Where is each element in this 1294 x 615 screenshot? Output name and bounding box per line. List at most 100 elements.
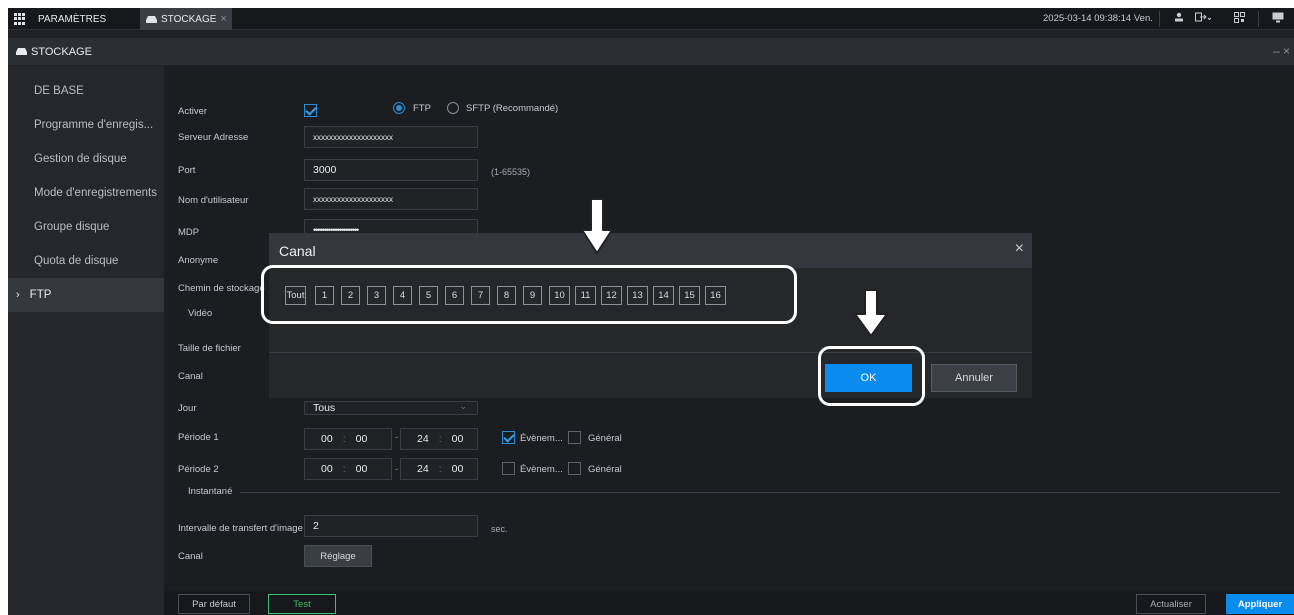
period-1-label: Période 1 xyxy=(178,432,219,443)
sidebar: DE BASE Programme d'enregis... Gestion d… xyxy=(8,66,164,615)
storage-path-label: Chemin de stockage xyxy=(178,283,265,294)
top-bar: PARAMÈTRES STOCKAGE × 2025-03-14 09:38:1… xyxy=(8,8,1294,30)
window-title: STOCKAGE xyxy=(31,45,92,58)
datetime-display: 2025-03-14 09:38:14 Ven. xyxy=(1043,13,1153,24)
period-1-start-time[interactable]: 00 : 00 xyxy=(304,428,392,450)
close-icon[interactable]: × xyxy=(1015,240,1024,258)
sidebar-item-disk-quota[interactable]: Quota de disque xyxy=(8,244,164,278)
chevron-right-icon: › xyxy=(16,289,20,301)
sidebar-item-label: Mode d'enregistrements xyxy=(34,187,158,199)
dialog-title: Canal xyxy=(279,242,316,259)
server-address-input[interactable]: xxxxxxxxxxxxxxxxxxxx xyxy=(304,126,478,148)
password-label: MDP xyxy=(178,227,200,238)
period-1-start-hour: 00 xyxy=(321,433,333,445)
period-2-event-label: Évènem... xyxy=(520,464,563,475)
chevron-down-icon: ⌄ xyxy=(459,401,467,411)
period-2-general-checkbox[interactable] xyxy=(568,462,581,475)
username-input[interactable]: xxxxxxxxxxxxxxxxxxxx xyxy=(304,188,478,210)
ftp-radio-label: FTP xyxy=(413,103,431,114)
refresh-button[interactable]: Actualiser xyxy=(1136,594,1206,614)
sidebar-item-record-mode[interactable]: Mode d'enregistrements xyxy=(8,176,164,210)
sidebar-item-label: Groupe disque xyxy=(34,221,110,233)
sidebar-item-label: FTP xyxy=(29,289,52,301)
period-1-end-minute: 00 xyxy=(451,433,464,445)
grid-menu-icon xyxy=(14,13,26,25)
day-label: Jour xyxy=(178,403,197,414)
monitor-icon[interactable] xyxy=(1272,12,1284,26)
day-select[interactable]: Tous ⌄ xyxy=(304,401,478,415)
period-2-start-minute: 00 xyxy=(355,463,368,475)
server-address-label: Serveur Adresse xyxy=(178,132,249,143)
port-range-hint: (1-65535) xyxy=(491,167,531,177)
ok-highlight-box xyxy=(818,346,925,406)
user-icon[interactable] xyxy=(1174,12,1184,25)
channels-highlight-box xyxy=(261,265,797,324)
divider xyxy=(1159,11,1160,27)
snapshot-section-title: Instantané xyxy=(188,486,233,497)
enable-checkbox[interactable] xyxy=(304,104,317,117)
tab-stockage-label: STOCKAGE xyxy=(161,13,217,25)
logout-icon[interactable] xyxy=(1195,12,1212,25)
period-1-start-minute: 00 xyxy=(355,433,368,445)
ftp-radio[interactable] xyxy=(393,102,405,114)
period-1-general-checkbox[interactable] xyxy=(568,431,581,444)
period-2-end-hour: 24 xyxy=(417,463,429,475)
bottom-action-bar: Par défaut Test Actualiser Appliquer xyxy=(164,591,1294,615)
tab-parametres[interactable]: PARAMÈTRES xyxy=(8,8,136,30)
sidebar-item-label: DE BASE xyxy=(34,85,84,97)
period-1-event-label: Évènem... xyxy=(520,433,563,444)
sidebar-item-label: Programme d'enregis... xyxy=(34,119,154,131)
channel-setting-button[interactable]: Réglage xyxy=(304,545,372,567)
period-2-end-minute: 00 xyxy=(451,463,464,475)
period-2-end-time[interactable]: 24 : 00 xyxy=(400,458,478,480)
enable-label: Activer xyxy=(178,106,208,117)
username-label: Nom d'utilisateur xyxy=(178,195,249,206)
period-2-label: Période 2 xyxy=(178,464,219,475)
sidebar-item-label: Quota de disque xyxy=(34,255,119,267)
channel-label: Canal xyxy=(178,371,203,382)
tab-parametres-label: PARAMÈTRES xyxy=(38,13,107,25)
section-divider xyxy=(240,492,1280,493)
snapshot-channel-label: Canal xyxy=(178,551,203,562)
sftp-radio[interactable] xyxy=(447,102,459,114)
hard-drive-icon xyxy=(16,48,27,55)
sidebar-item-ftp[interactable]: › FTP xyxy=(8,278,164,312)
interval-label: Intervalle de transfert d'image xyxy=(178,523,303,534)
port-label: Port xyxy=(178,165,196,176)
sidebar-item-base[interactable]: DE BASE xyxy=(8,74,164,108)
down-arrow-icon xyxy=(581,198,613,254)
anonymous-label: Anonyme xyxy=(178,255,219,266)
sftp-radio-label: SFTP (Recommandé) xyxy=(466,103,559,114)
sidebar-item-label: Gestion de disque xyxy=(34,153,127,165)
apply-button[interactable]: Appliquer xyxy=(1226,594,1294,614)
hard-drive-icon xyxy=(146,15,157,23)
port-input[interactable]: 3000 xyxy=(304,159,478,181)
tab-close-icon[interactable]: × xyxy=(220,13,226,25)
interval-input[interactable]: 2 xyxy=(304,515,478,537)
period-1-end-hour: 24 xyxy=(417,433,429,445)
period-1-end-time[interactable]: 24 : 00 xyxy=(400,428,478,450)
video-section-title: Vidéo xyxy=(188,308,213,319)
sidebar-item-disk-group[interactable]: Groupe disque xyxy=(8,210,164,244)
test-button[interactable]: Test xyxy=(268,594,336,614)
interval-unit: sec. xyxy=(491,524,508,534)
period-2-general-label: Général xyxy=(588,464,622,475)
channel-dialog-header: Canal × xyxy=(269,233,1032,268)
window-controls[interactable]: – × xyxy=(1273,44,1290,58)
sidebar-item-disk-management[interactable]: Gestion de disque xyxy=(8,142,164,176)
day-select-value: Tous xyxy=(313,402,336,414)
tab-stockage[interactable]: STOCKAGE × xyxy=(140,8,232,30)
period-2-start-time[interactable]: 00 : 00 xyxy=(304,458,392,480)
period-1-event-checkbox[interactable] xyxy=(502,431,515,444)
qr-code-icon[interactable] xyxy=(1234,12,1245,26)
period-2-start-hour: 00 xyxy=(321,463,333,475)
down-arrow-icon xyxy=(854,289,888,337)
cancel-button[interactable]: Annuler xyxy=(931,364,1017,392)
divider xyxy=(1258,11,1259,27)
sidebar-item-schedule[interactable]: Programme d'enregis... xyxy=(8,108,164,142)
default-button[interactable]: Par défaut xyxy=(178,594,250,614)
window-title-bar: STOCKAGE – × xyxy=(8,38,1294,65)
period-2-event-checkbox[interactable] xyxy=(502,462,515,475)
period-1-general-label: Général xyxy=(588,433,622,444)
file-size-label: Taille de fichier xyxy=(178,343,241,354)
